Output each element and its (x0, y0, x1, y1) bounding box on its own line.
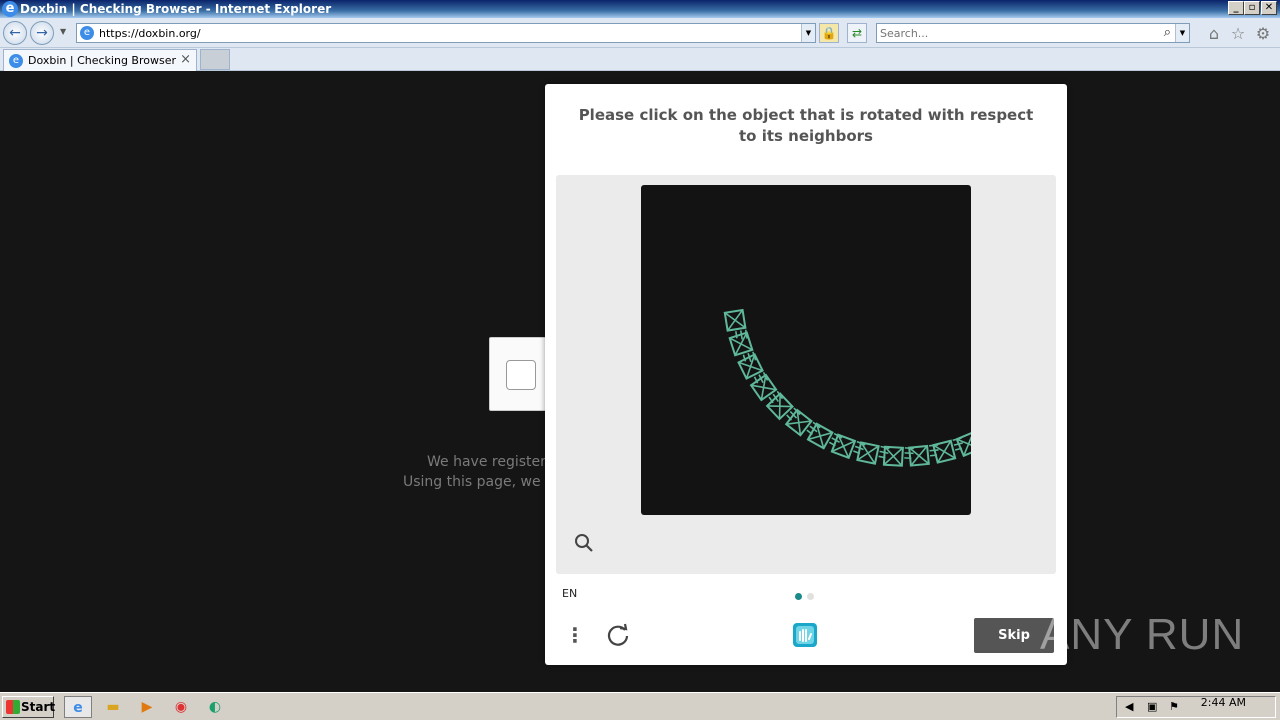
home-icon[interactable]: ⌂ (1204, 24, 1224, 44)
menu-icon[interactable]: ⋮ (565, 621, 585, 649)
windows-flag-icon (6, 700, 20, 714)
background-text-line1: We have registere (427, 454, 545, 470)
hcaptcha-logo[interactable] (790, 620, 820, 650)
chrome-icon[interactable]: ◉ (167, 696, 195, 718)
start-button[interactable]: Start (2, 696, 56, 718)
challenge-image[interactable] (641, 185, 1051, 515)
folder-icon[interactable]: ▬ (99, 696, 127, 718)
search-dropdown-icon[interactable]: ▼ (1175, 24, 1189, 42)
settings-gear-icon[interactable]: ⚙ (1253, 24, 1273, 44)
page-indicator (795, 590, 819, 600)
forward-button[interactable]: → (30, 21, 54, 45)
refresh-page-button[interactable]: ⇄ (847, 23, 867, 43)
challenge-object[interactable] (955, 427, 986, 458)
background-text-line2: Using this page, we w (403, 474, 545, 490)
taskbar: Start e ▬ ▶ ◉ ◐ ◀ ▣ ⚑ 2:44 AM (0, 692, 1280, 720)
search-input[interactable] (880, 26, 1150, 41)
clock: 2:44 AM (1200, 696, 1246, 709)
anyrun-watermark: ANY RUN (1040, 610, 1245, 659)
minimize-button[interactable]: _ (1228, 1, 1244, 15)
close-button[interactable]: ✕ (1261, 1, 1277, 15)
volume-icon[interactable]: ◀ (1125, 700, 1133, 713)
page-dot (807, 593, 814, 600)
lock-icon[interactable]: 🔒 (819, 23, 839, 43)
search-box[interactable]: ⌕ ▼ (876, 23, 1190, 43)
tab-close-icon[interactable]: × (180, 52, 191, 67)
search-icon[interactable]: ⌕ (1164, 25, 1171, 40)
window-titlebar: e Doxbin | Checking Browser - Internet E… (0, 0, 1280, 18)
url-text: https://doxbin.org/ (99, 27, 201, 40)
url-field[interactable]: e https://doxbin.org/ ▼ (76, 23, 816, 43)
refresh-icon[interactable] (605, 622, 631, 648)
media-player-icon[interactable]: ▶ (133, 696, 161, 718)
tab-favicon-icon: e (9, 54, 23, 68)
tab-bar: e Doxbin | Checking Browser × (0, 48, 1280, 71)
page-dot (795, 593, 802, 600)
challenge-area (556, 175, 1056, 574)
favorites-icon[interactable]: ☆ (1228, 24, 1248, 44)
address-toolbar: ← → ▼ e https://doxbin.org/ ▼ 🔒 ⇄ ⌕ ▼ ⌂ … (0, 18, 1280, 48)
system-tray: ◀ ▣ ⚑ (1116, 696, 1276, 718)
captcha-checkbox[interactable] (506, 360, 536, 390)
back-button[interactable]: ← (3, 21, 27, 45)
ie-logo-icon: e (2, 1, 18, 17)
maximize-button[interactable]: ▫ (1244, 1, 1260, 15)
captcha-modal: Please click on the object that is rotat… (545, 84, 1067, 665)
page-icon: e (80, 26, 94, 40)
captcha-prompt: Please click on the object that is rotat… (578, 106, 1034, 145)
url-dropdown-icon[interactable]: ▼ (801, 24, 815, 42)
window-title: Doxbin | Checking Browser - Internet Exp… (20, 2, 332, 16)
challenge-objects[interactable] (641, 185, 1051, 515)
action-center-flag-icon[interactable]: ⚑ (1169, 700, 1179, 713)
new-tab-button[interactable] (200, 49, 230, 70)
network-icon[interactable]: ▣ (1147, 700, 1157, 713)
zoom-icon[interactable] (573, 532, 595, 554)
edge-icon[interactable]: ◐ (201, 696, 229, 718)
tab-doxbin[interactable]: e Doxbin | Checking Browser × (3, 49, 197, 71)
start-label: Start (21, 700, 56, 714)
tab-label: Doxbin | Checking Browser (28, 54, 177, 67)
internet-explorer-icon[interactable]: e (64, 696, 92, 718)
language-selector[interactable]: EN (562, 587, 577, 600)
history-dropdown-icon[interactable]: ▼ (60, 27, 66, 36)
challenge-object[interactable] (765, 392, 801, 427)
